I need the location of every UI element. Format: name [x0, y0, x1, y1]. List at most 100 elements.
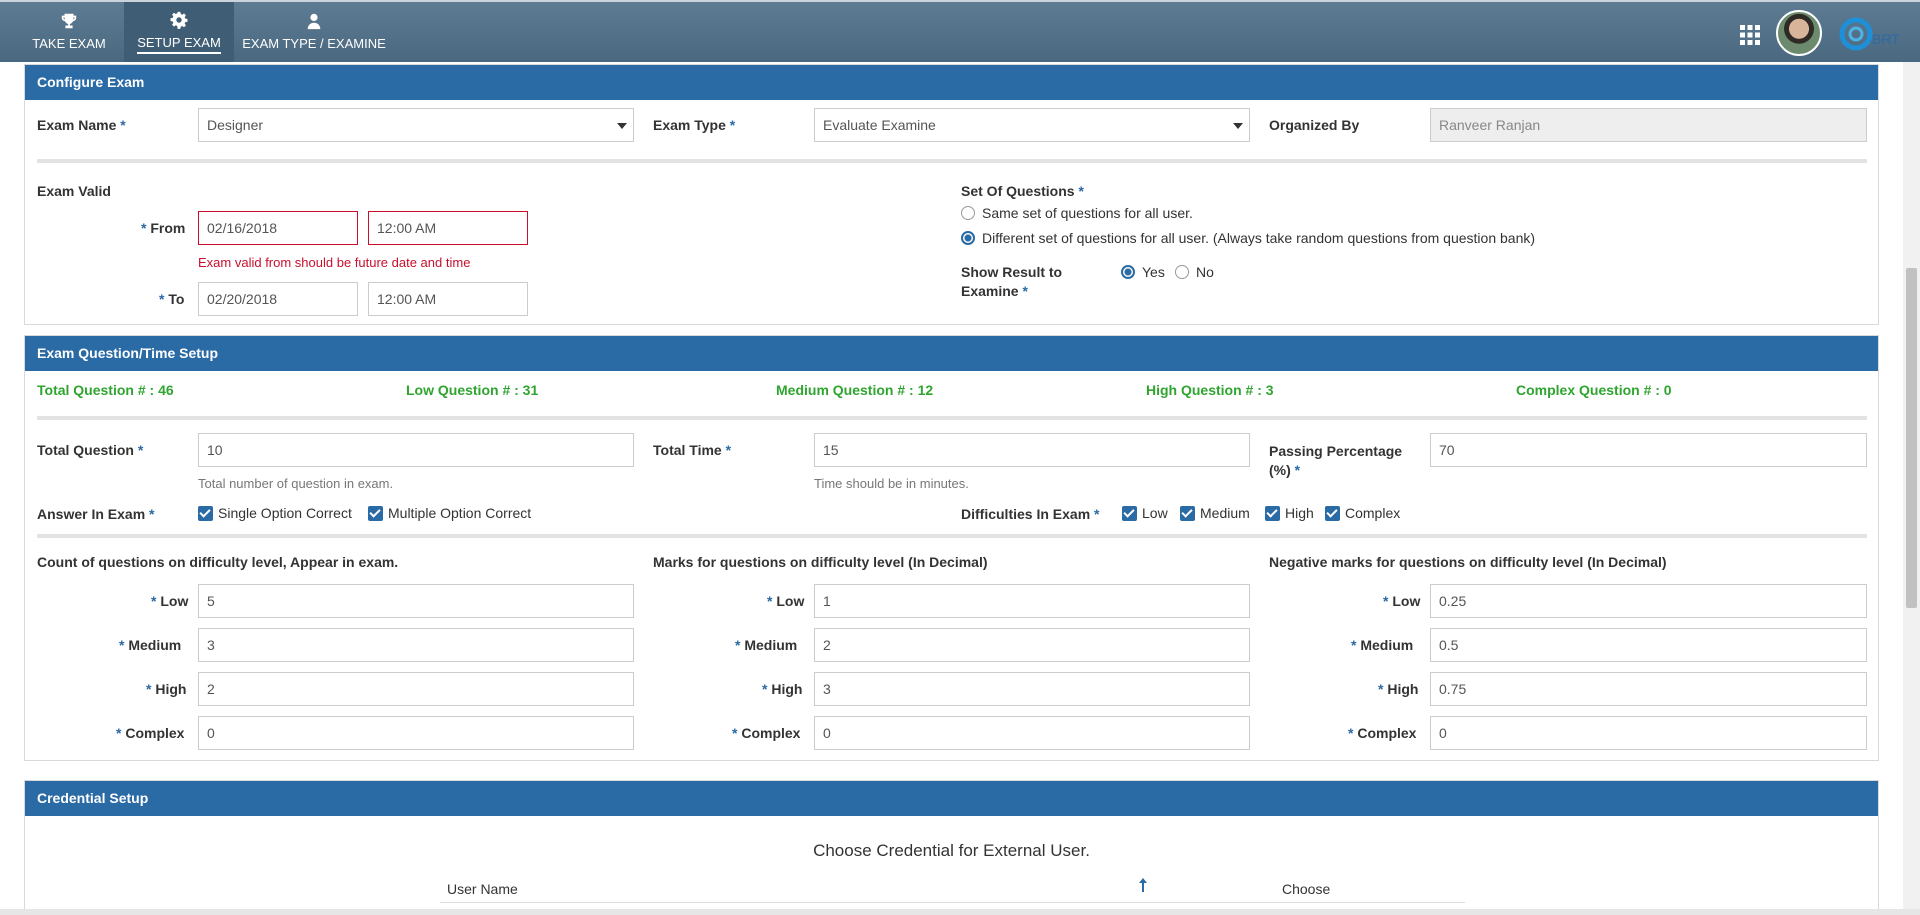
trophy-icon — [61, 13, 77, 28]
marks-low-label: * Low — [767, 593, 805, 609]
negative-medium-input[interactable]: 0.5 — [1430, 628, 1867, 662]
passing-percentage-input[interactable]: 70 — [1430, 433, 1867, 467]
low-question-stat: Low Question # : 31 — [406, 382, 539, 398]
multiple-option-label: Multiple Option Correct — [388, 505, 532, 521]
same-set-radio[interactable] — [961, 206, 975, 220]
medium-question-stat: Medium Question # : 12 — [776, 382, 934, 398]
from-error-message: Exam valid from should be future date an… — [198, 255, 471, 270]
count-low-label: * Low — [151, 593, 189, 609]
different-set-radio[interactable] — [961, 231, 975, 245]
set-of-questions-label: Set Of Questions * — [961, 183, 1084, 199]
difficulty-high-checkbox[interactable] — [1265, 506, 1280, 521]
no-label: No — [1196, 264, 1214, 280]
total-question-label: Total Question * — [37, 442, 144, 458]
credential-setup-panel: Credential Setup Choose Credential for E… — [24, 780, 1879, 910]
show-result-no-radio[interactable] — [1175, 265, 1189, 279]
marks-medium-label: * Medium — [735, 637, 798, 653]
horizontal-scrollbar[interactable] — [0, 909, 1920, 915]
svg-text:BRT: BRT — [1872, 31, 1900, 47]
exam-name-label: Exam Name * — [37, 117, 126, 133]
negative-high-input[interactable]: 0.75 — [1430, 672, 1867, 706]
negative-marks-heading: Negative marks for questions on difficul… — [1269, 554, 1667, 570]
configure-exam-panel: Configure Exam Exam Name * Designer Exam… — [24, 64, 1879, 325]
answer-in-exam-label: Answer In Exam * — [37, 506, 155, 522]
marks-complex-input[interactable]: 0 — [814, 716, 1250, 750]
count-high-label: * High — [146, 681, 187, 697]
total-question-hint: Total number of question in exam. — [198, 476, 394, 491]
total-time-hint: Time should be in minutes. — [814, 476, 969, 491]
question-time-setup-panel: Exam Question/Time Setup Total Question … — [24, 335, 1879, 761]
negative-medium-label: * Medium — [1351, 637, 1414, 653]
marks-high-input[interactable]: 3 — [814, 672, 1250, 706]
from-time-input[interactable]: 12:00 AM — [368, 211, 528, 245]
top-navigation-bar: TAKE EXAM SETUP EXAM EXAM TYPE / EXAMINE… — [0, 0, 1920, 62]
same-set-label: Same set of questions for all user. — [982, 205, 1193, 221]
show-result-label: Show Result to Examine * — [961, 264, 1063, 299]
exam-name-select[interactable]: Designer — [198, 108, 634, 142]
column-header-user-name[interactable]: User Name — [447, 881, 518, 897]
apps-grid-icon[interactable] — [1739, 24, 1761, 46]
total-question-stat: Total Question # : 46 — [37, 382, 174, 398]
organized-by-input: Ranveer Ranjan — [1430, 108, 1867, 142]
negative-complex-input[interactable]: 0 — [1430, 716, 1867, 750]
difficulty-complex-label: Complex — [1345, 505, 1401, 521]
different-set-label: Different set of questions for all user.… — [982, 230, 1536, 246]
negative-low-label: * Low — [1383, 593, 1421, 609]
multiple-option-checkbox[interactable] — [368, 506, 383, 521]
difficulty-medium-checkbox[interactable] — [1180, 506, 1195, 521]
show-result-yes-radio[interactable] — [1121, 265, 1135, 279]
tab-exam-type-examine[interactable]: EXAM TYPE / EXAMINE — [234, 2, 394, 62]
user-icon — [307, 13, 321, 29]
from-label: * From — [141, 220, 186, 236]
sort-ascending-icon[interactable] — [1138, 878, 1148, 892]
marks-medium-input[interactable]: 2 — [814, 628, 1250, 662]
total-time-label: Total Time * — [653, 442, 732, 458]
count-high-input[interactable]: 2 — [198, 672, 634, 706]
gear-icon — [170, 11, 188, 29]
divider — [37, 534, 1867, 538]
from-date-input[interactable]: 02/16/2018 — [198, 211, 358, 245]
difficulty-low-label: Low — [1142, 505, 1168, 521]
panel-title: Configure Exam — [25, 65, 1878, 100]
marks-low-input[interactable]: 1 — [814, 584, 1250, 618]
tab-take-exam[interactable]: TAKE EXAM — [14, 2, 124, 62]
brand-logo: BRT — [1839, 17, 1900, 51]
difficulty-medium-label: Medium — [1200, 505, 1250, 521]
to-time-input[interactable]: 12:00 AM — [368, 282, 528, 316]
high-question-stat: High Question # : 3 — [1146, 382, 1274, 398]
difficulty-high-label: High — [1285, 505, 1314, 521]
single-option-label: Single Option Correct — [218, 505, 352, 521]
divider — [37, 159, 1867, 163]
to-label: * To — [159, 291, 185, 307]
passing-percentage-label: Passing Percentage (%) * — [1269, 443, 1403, 478]
credential-subtitle: Choose Credential for External User. — [813, 841, 1090, 860]
panel-title: Credential Setup — [25, 781, 1878, 816]
total-question-input[interactable]: 10 — [198, 433, 634, 467]
exam-name-value: Designer — [207, 117, 264, 133]
negative-low-input[interactable]: 0.25 — [1430, 584, 1867, 618]
count-medium-label: * Medium — [119, 637, 182, 653]
count-medium-input[interactable]: 3 — [198, 628, 634, 662]
tab-label: SETUP EXAM — [137, 35, 221, 54]
total-time-input[interactable]: 15 — [814, 433, 1250, 467]
difficulty-complex-checkbox[interactable] — [1325, 506, 1340, 521]
exam-type-value: Evaluate Examine — [823, 117, 936, 133]
difficulties-label: Difficulties In Exam * — [961, 506, 1100, 522]
count-complex-input[interactable]: 0 — [198, 716, 634, 750]
tab-label: EXAM TYPE / EXAMINE — [242, 35, 386, 51]
single-option-checkbox[interactable] — [198, 506, 213, 521]
organized-by-label: Organized By — [1269, 117, 1360, 133]
count-low-input[interactable]: 5 — [198, 584, 634, 618]
to-date-input[interactable]: 02/20/2018 — [198, 282, 358, 316]
column-header-choose[interactable]: Choose — [1282, 881, 1330, 897]
complex-question-stat: Complex Question # : 0 — [1516, 382, 1672, 398]
avatar[interactable] — [1776, 10, 1822, 56]
tab-setup-exam[interactable]: SETUP EXAM — [124, 2, 234, 62]
chevron-down-icon — [617, 123, 627, 129]
negative-high-label: * High — [1378, 681, 1419, 697]
exam-type-select[interactable]: Evaluate Examine — [814, 108, 1250, 142]
marks-high-label: * High — [762, 681, 803, 697]
exam-valid-label: Exam Valid — [37, 183, 111, 199]
page-scrollbar-thumb[interactable] — [1906, 268, 1917, 608]
difficulty-low-checkbox[interactable] — [1122, 506, 1137, 521]
